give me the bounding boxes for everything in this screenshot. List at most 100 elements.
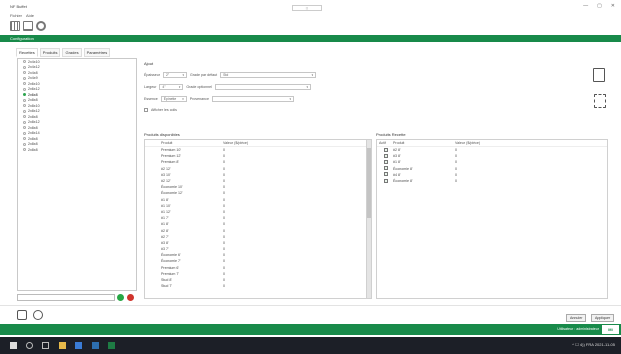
search-icon[interactable] [26, 342, 33, 349]
apply-button[interactable]: Appliquer [591, 314, 615, 322]
radio-icon [23, 76, 26, 80]
menu-fichier[interactable]: Fichier [10, 13, 22, 18]
active-checkbox[interactable] [384, 153, 388, 158]
product-cell: #2 12' [161, 179, 171, 184]
value-cell: 0 [223, 278, 225, 283]
cancel-button[interactable]: Annuler [566, 314, 587, 322]
grade-optional-select[interactable]: ▾ [214, 84, 311, 90]
radio-icon [23, 120, 26, 124]
windows-start-icon[interactable] [10, 342, 17, 349]
close-button[interactable]: ✕ [611, 3, 615, 9]
active-checkbox[interactable] [384, 172, 388, 177]
user-icon[interactable] [36, 21, 46, 31]
essence-select[interactable]: Épinette ▾ [160, 96, 187, 102]
active-checkbox[interactable] [384, 147, 388, 152]
scrollbar-thumb[interactable] [367, 148, 371, 218]
product-cell: Économie 8' [393, 179, 413, 184]
largeur-select[interactable]: 4" ▾ [159, 84, 184, 90]
product-cell: Économie 8' [393, 166, 413, 171]
scrollbar[interactable] [366, 140, 371, 298]
radio-icon [23, 71, 26, 75]
tab-produits[interactable]: Produits [39, 48, 61, 57]
table-row[interactable]: Stud 7' 0 [145, 283, 371, 289]
minimize-button[interactable]: — [583, 3, 588, 9]
status-bar: Utilisateur : administrateur Mi [0, 324, 621, 335]
product-cell: #1 12' [161, 209, 171, 214]
table-row[interactable]: Économie 8' 0 [377, 178, 607, 184]
col-actif: Actif [379, 141, 386, 145]
recipe-list-item[interactable]: 2x8x8 [18, 147, 136, 153]
mail-icon[interactable] [92, 342, 99, 349]
tab-parametres[interactable]: Paramètres [83, 48, 111, 57]
bottom-bar: Annuler Appliquer [0, 305, 621, 322]
recipe-label: 2x8x12 [28, 109, 40, 114]
available-rows[interactable]: Premium 10' 0 Premium 12' 0 Premium 8' 0 #2 12… [145, 147, 371, 289]
grade-default-select[interactable]: Std ▾ [220, 72, 317, 78]
value-cell: 0 [223, 222, 225, 227]
recipe-rows[interactable]: #2 8' 0 #3 8' 0 #1 8' 0 Économie 8' 0 #4 8' 0 Écon… [377, 147, 607, 184]
value-cell: 0 [223, 148, 225, 153]
product-cell: #1 10' [161, 203, 171, 208]
add-recipe-button[interactable] [117, 294, 124, 301]
refresh-icon[interactable] [33, 310, 43, 320]
value-cell: 0 [223, 228, 225, 233]
recipe-label: 2x4x9 [28, 76, 38, 81]
file-explorer-icon[interactable] [59, 342, 66, 349]
value-cell: 0 [223, 259, 225, 264]
col-value: Valeur ($/pièce) [223, 141, 249, 145]
recipe-label: 2x8x8 [28, 147, 38, 152]
tabs: Recettes Produits Grades Paramètres [16, 48, 111, 57]
tab-grades[interactable]: Grades [62, 48, 82, 57]
value-cell: 0 [455, 148, 457, 153]
value-cell: 0 [223, 179, 225, 184]
value-cell: 0 [455, 154, 457, 159]
chevron-down-icon: ▾ [311, 73, 314, 77]
export-icon[interactable] [593, 68, 605, 82]
product-cell: Économie 7' [161, 259, 181, 264]
product-cell: #1 8' [161, 197, 169, 202]
app-taskbar-icon[interactable] [108, 342, 115, 349]
form-row-epaisseur: Épaisseur 2" ▾ Grade par défaut Std ▾ [144, 72, 317, 78]
provenance-select[interactable]: ▾ [211, 96, 294, 102]
value-cell: 0 [223, 216, 225, 221]
value-cell: 0 [223, 209, 225, 214]
print-icon[interactable] [17, 310, 27, 320]
tab-recettes[interactable]: Recettes [16, 48, 38, 57]
browser-icon[interactable] [75, 342, 82, 349]
grid-icon[interactable] [10, 21, 20, 31]
available-products-panel: Produit Valeur ($/pièce) Premium 10' 0 Pre… [144, 139, 372, 299]
radio-icon [23, 115, 26, 119]
value-cell: 0 [223, 253, 225, 258]
col-product: Produit [161, 141, 173, 145]
menu-aide[interactable]: Aide [26, 13, 34, 18]
active-checkbox[interactable] [384, 178, 388, 183]
product-cell: Premium 7' [161, 271, 180, 276]
recipe-label: 2x4x12 [28, 65, 40, 70]
epaisseur-select[interactable]: 2" ▾ [162, 72, 187, 78]
active-checkbox[interactable] [384, 166, 388, 171]
task-view-icon[interactable] [42, 342, 49, 349]
recipe-list[interactable]: 2x4x10 2x4x12 2x4x8 2x4x9 2x6x10 2x6x12 2x6x8 2… [17, 58, 137, 291]
recipe-products-panel: Actif Produit Valeur ($/pièce) #2 8' 0 #3 … [376, 139, 608, 299]
product-cell: Premium 10' [161, 148, 182, 153]
active-checkbox[interactable] [384, 159, 388, 164]
delete-recipe-button[interactable] [127, 294, 134, 301]
product-cell: Économie 10' [161, 185, 183, 190]
laptop-icon[interactable] [23, 21, 33, 31]
maximize-button[interactable]: ▢ [597, 3, 602, 9]
radio-icon [23, 60, 26, 64]
recipe-name-input[interactable] [17, 294, 115, 301]
radio-icon [23, 98, 26, 102]
center-tag: [ ] [292, 5, 322, 11]
recipe-label: 2x4x8 [28, 70, 38, 75]
value-cell: 0 [223, 234, 225, 239]
product-cell: Stud 8' [161, 278, 173, 283]
col-product: Produit [393, 141, 405, 145]
radio-icon [23, 87, 26, 91]
product-cell: Stud 7' [161, 284, 173, 289]
product-cell: Premium 6' [161, 265, 180, 270]
list-edit-icon[interactable] [594, 94, 606, 108]
show-all-checkbox[interactable] [144, 108, 148, 112]
recipe-label: 2x8x8 [28, 98, 38, 103]
product-cell: #3 10' [161, 172, 171, 177]
